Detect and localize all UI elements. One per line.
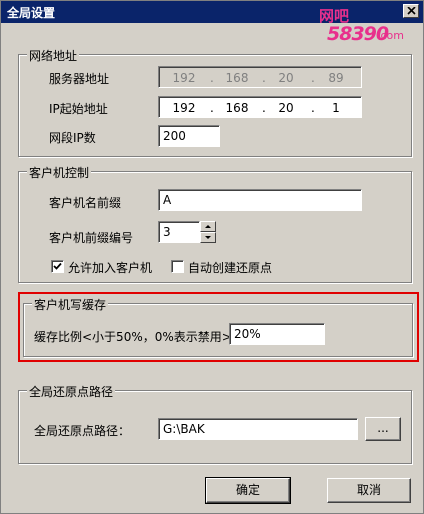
start-ip-label: IP起始地址 — [49, 102, 108, 116]
start-ip-octet-1[interactable]: 192 — [169, 101, 199, 115]
watermark-logo: 网吧 58390 .com — [319, 5, 419, 49]
client-prefix-input[interactable]: A — [158, 189, 362, 211]
start-ip-field[interactable]: 192 . 168 . 20 . 1 — [158, 96, 362, 118]
checkmark-icon — [53, 262, 62, 270]
server-ip-octet-4: 89 — [328, 71, 344, 85]
ip-dot: . — [262, 71, 266, 85]
server-address-label: 服务器地址 — [49, 72, 110, 86]
settings-dialog: 全局设置 网吧 58390 .com 网络地址 服务器地址 192 . 168 … — [0, 0, 424, 514]
stepper-down-button[interactable] — [200, 232, 216, 243]
restore-path-input[interactable]: G:\BAK — [158, 418, 358, 440]
ok-button[interactable]: 确定 — [205, 477, 291, 504]
network-group-title: 网络地址 — [27, 47, 80, 64]
restore-path-label: 全局还原点路径： — [34, 424, 131, 438]
ip-count-label: 网段IP数 — [49, 131, 96, 145]
client-group-title: 客户机控制 — [27, 164, 92, 181]
window-title: 全局设置 — [7, 6, 56, 20]
restore-group-title: 全局还原点路径 — [27, 383, 116, 400]
ip-dot: . — [311, 71, 315, 85]
arrow-up-icon — [205, 225, 211, 228]
client-number-label: 客户机前缀编号 — [49, 231, 134, 245]
highlight-box — [18, 292, 419, 362]
client-number-stepper[interactable] — [200, 221, 216, 243]
allow-join-checkbox[interactable] — [51, 260, 64, 273]
cancel-button[interactable]: 取消 — [327, 478, 411, 503]
server-ip-octet-2: 168 — [225, 71, 249, 85]
start-ip-octet-4[interactable]: 1 — [321, 101, 351, 115]
ip-dot: . — [210, 71, 214, 85]
server-ip-octet-3: 20 — [278, 71, 294, 85]
auto-restore-checkbox[interactable] — [171, 260, 184, 273]
arrow-down-icon — [205, 236, 211, 239]
ip-dot: . — [311, 101, 315, 115]
auto-restore-label[interactable]: 自动创建还原点 — [188, 259, 272, 276]
server-ip-octet-1: 192 — [172, 71, 196, 85]
stepper-up-button[interactable] — [200, 221, 216, 232]
browse-button[interactable]: ... — [365, 417, 401, 441]
ip-dot: . — [210, 101, 214, 115]
start-ip-octet-3[interactable]: 20 — [271, 101, 301, 115]
start-ip-octet-2[interactable]: 168 — [222, 101, 252, 115]
watermark-text-3: .com — [377, 29, 404, 42]
ip-count-input[interactable]: 200 — [158, 125, 220, 147]
ip-dot: . — [262, 101, 266, 115]
client-number-input[interactable]: 3 — [158, 221, 200, 243]
server-ip-field: 192 . 168 . 20 . 89 — [158, 66, 362, 88]
client-prefix-label: 客户机名前缀 — [49, 196, 122, 210]
allow-join-label[interactable]: 允许加入客户机 — [68, 259, 152, 276]
